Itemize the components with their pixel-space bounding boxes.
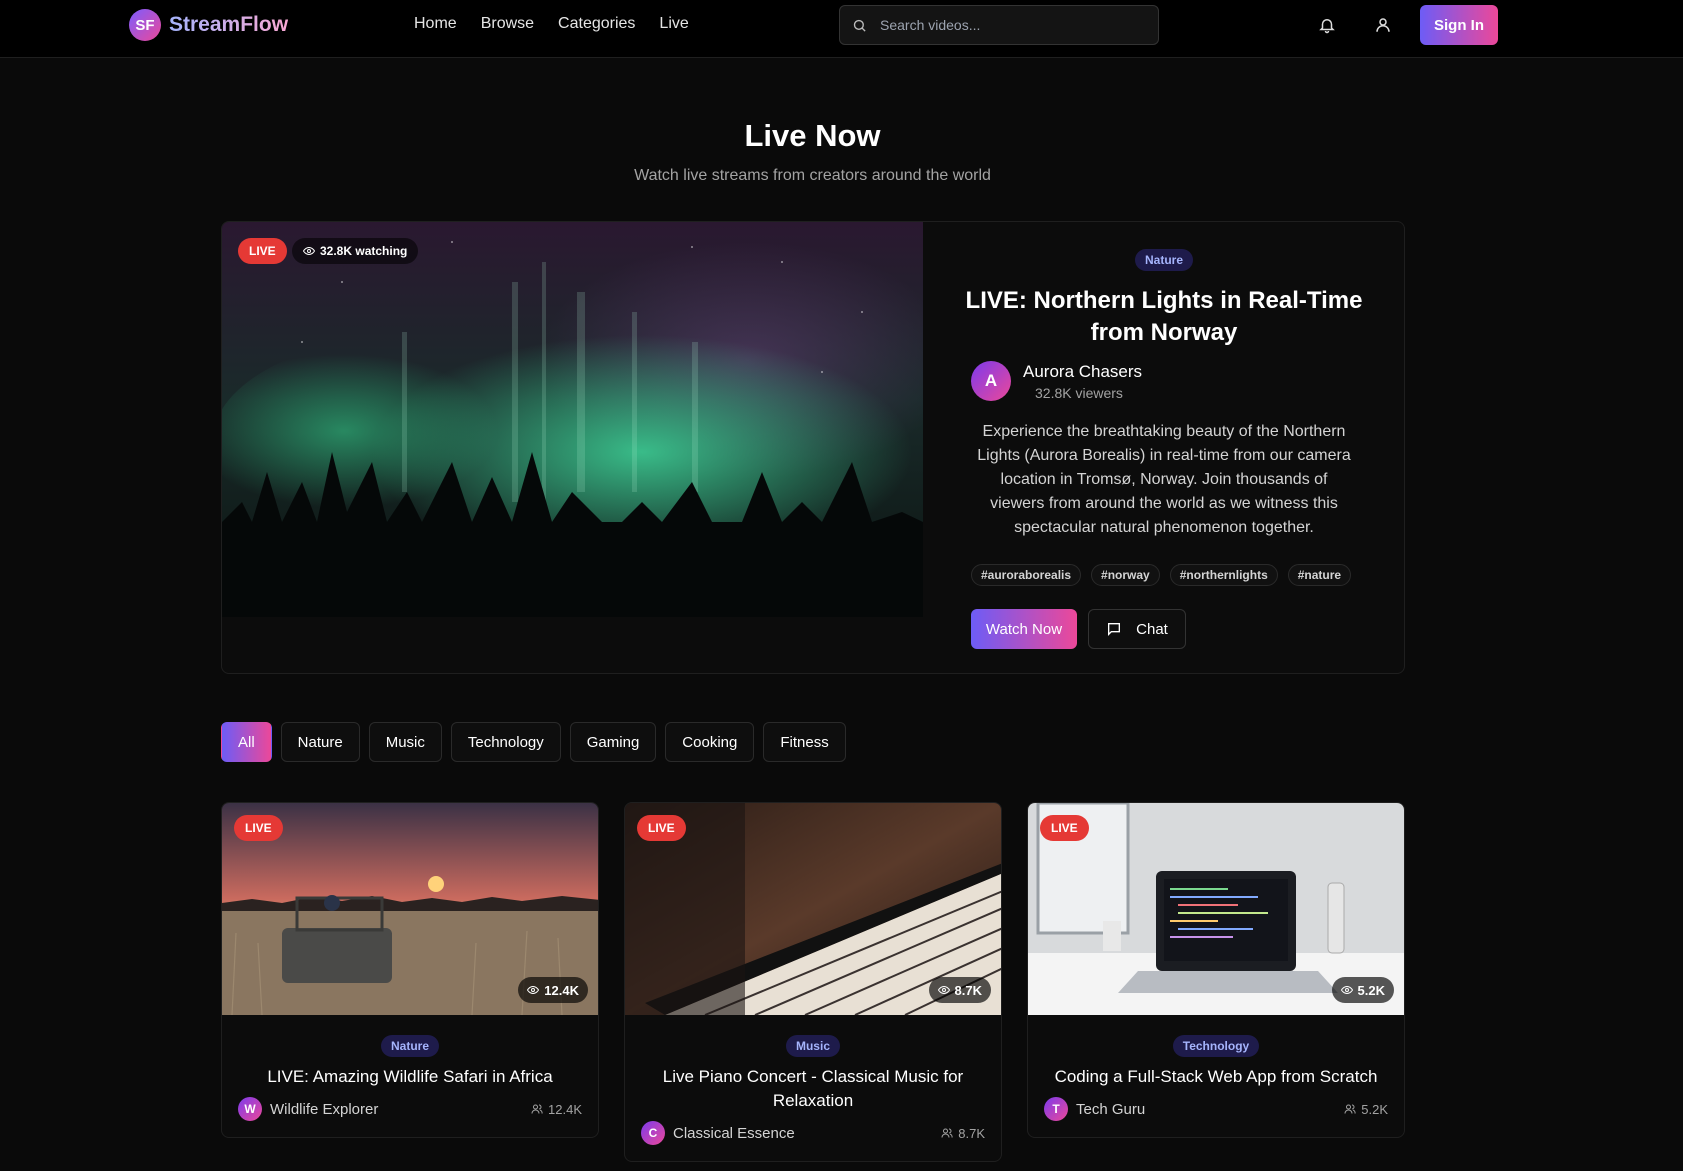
viewer-count-value: 8.7K [958,1125,985,1141]
chat-button[interactable]: Chat [1088,609,1186,649]
filter-cooking[interactable]: Cooking [665,722,755,762]
logo-mark: SF [129,9,161,41]
card-title[interactable]: Live Piano Concert - Classical Music for… [641,1065,985,1113]
watching-count: 32.8K watching [320,244,408,258]
user-icon[interactable] [1374,16,1392,34]
tag[interactable]: #northernlights [1169,564,1278,586]
view-count: 5.2K [1357,982,1385,998]
card-thumbnail[interactable]: LIVE 12.4K [222,803,598,1015]
featured-title: LIVE: Northern Lights in Real-Time from … [965,287,1363,346]
sign-in-button[interactable]: Sign In [1420,5,1498,45]
search-input[interactable] [880,6,1150,44]
tag[interactable]: #norway [1091,564,1160,586]
featured-stream: LIVE 32.8K watching Nature LIVE: Norther… [221,221,1405,674]
chat-icon [1108,623,1121,636]
nav-link-browse[interactable]: Browse [481,15,534,33]
filter-technology[interactable]: Technology [450,722,561,762]
viewer-count-value: 5.2K [1361,1101,1388,1117]
avatar: A [971,361,1011,401]
creator-name: Classical Essence [673,1124,795,1142]
users-icon [941,1128,953,1138]
card-thumbnail[interactable]: LIVE 5.2K [1028,803,1404,1015]
eye-icon [527,985,540,995]
category-pill[interactable]: Music [785,1035,840,1057]
stream-card[interactable]: LIVE 5.2K Technology Coding a Full-Stack… [1027,802,1405,1138]
card-creator[interactable]: T Tech Guru [1044,1097,1145,1121]
live-badge: LIVE [238,238,287,264]
creator-name: Aurora Chasers [1023,361,1143,381]
avatar: C [641,1121,665,1145]
eye-icon [1340,985,1353,995]
card-thumbnail[interactable]: LIVE 8.7K [625,803,1001,1015]
nav-link-categories[interactable]: Categories [558,15,635,33]
live-badge: LIVE [1040,815,1089,841]
views-badge: 8.7K [928,977,991,1003]
featured-thumbnail[interactable]: LIVE 32.8K watching [222,222,923,617]
card-creator[interactable]: W Wildlife Explorer [238,1097,378,1121]
bell-icon[interactable] [1318,16,1336,34]
card-title[interactable]: Coding a Full-Stack Web App from Scratch [1044,1065,1388,1089]
tag[interactable]: #auroraborealis [971,564,1082,586]
eye-icon [937,985,950,995]
viewer-count: 5.2K [1344,1102,1388,1117]
page-title: Live Now [744,118,881,153]
viewer-count: 8.7K [941,1126,985,1141]
featured-description: Experience the breathtaking beauty of th… [977,423,1351,536]
nav-link-home[interactable]: Home [414,15,457,33]
views-badge: 12.4K [518,977,588,1003]
card-title[interactable]: LIVE: Amazing Wildlife Safari in Africa [238,1065,582,1089]
filter-all[interactable]: All [221,722,272,762]
stream-card[interactable]: LIVE 8.7K Music Live Piano Concert - Cla… [624,802,1002,1162]
chat-label: Chat [1136,620,1168,638]
card-creator[interactable]: C Classical Essence [641,1121,795,1145]
views-badge: 5.2K [1331,977,1394,1003]
category-pill[interactable]: Nature [1134,249,1193,271]
avatar: W [238,1097,262,1121]
tag-list: #auroraborealis #norway #northernlights … [971,564,1352,586]
category-filters: All Nature Music Technology Gaming Cooki… [221,722,846,762]
viewer-count-value: 12.4K [548,1101,582,1117]
watching-badge: 32.8K watching [292,238,419,264]
filter-fitness[interactable]: Fitness [763,722,846,762]
aurora-image [222,222,923,617]
creator-name: Tech Guru [1076,1100,1146,1118]
creator[interactable]: A Aurora Chasers 32.8K viewers [971,361,1142,401]
nav-link-live[interactable]: Live [659,15,688,33]
tag[interactable]: #nature [1287,564,1352,586]
brand-logo[interactable]: SF StreamFlow [129,9,288,41]
top-nav: SF StreamFlow Home Browse Categories Liv… [0,0,1683,58]
featured-info: Nature LIVE: Northern Lights in Real-Tim… [923,222,1404,673]
filter-nature[interactable]: Nature [280,722,360,762]
page-subtitle: Watch live streams from creators around … [634,167,991,184]
nav-links: Home Browse Categories Live [414,15,689,33]
search-box [839,5,1159,45]
filter-music[interactable]: Music [368,722,442,762]
users-icon [1344,1104,1356,1114]
view-count: 12.4K [544,982,579,998]
view-count: 8.7K [954,982,982,998]
viewer-count: 12.4K [531,1102,582,1117]
creator-name: Wildlife Explorer [270,1100,379,1118]
category-pill[interactable]: Technology [1172,1035,1260,1057]
live-badge: LIVE [234,815,283,841]
category-pill[interactable]: Nature [380,1035,439,1057]
eye-icon [303,246,315,256]
watch-now-button[interactable]: Watch Now [971,609,1077,649]
creator-viewers: 32.8K viewers [1035,384,1123,401]
live-badge: LIVE [637,815,686,841]
stream-card[interactable]: LIVE 12.4K Nature LIVE: Amazing Wildlife… [221,802,599,1138]
avatar: T [1044,1097,1068,1121]
brand-name: StreamFlow [169,13,289,36]
filter-gaming[interactable]: Gaming [569,722,657,762]
users-icon [531,1104,543,1114]
search-icon [853,19,866,32]
